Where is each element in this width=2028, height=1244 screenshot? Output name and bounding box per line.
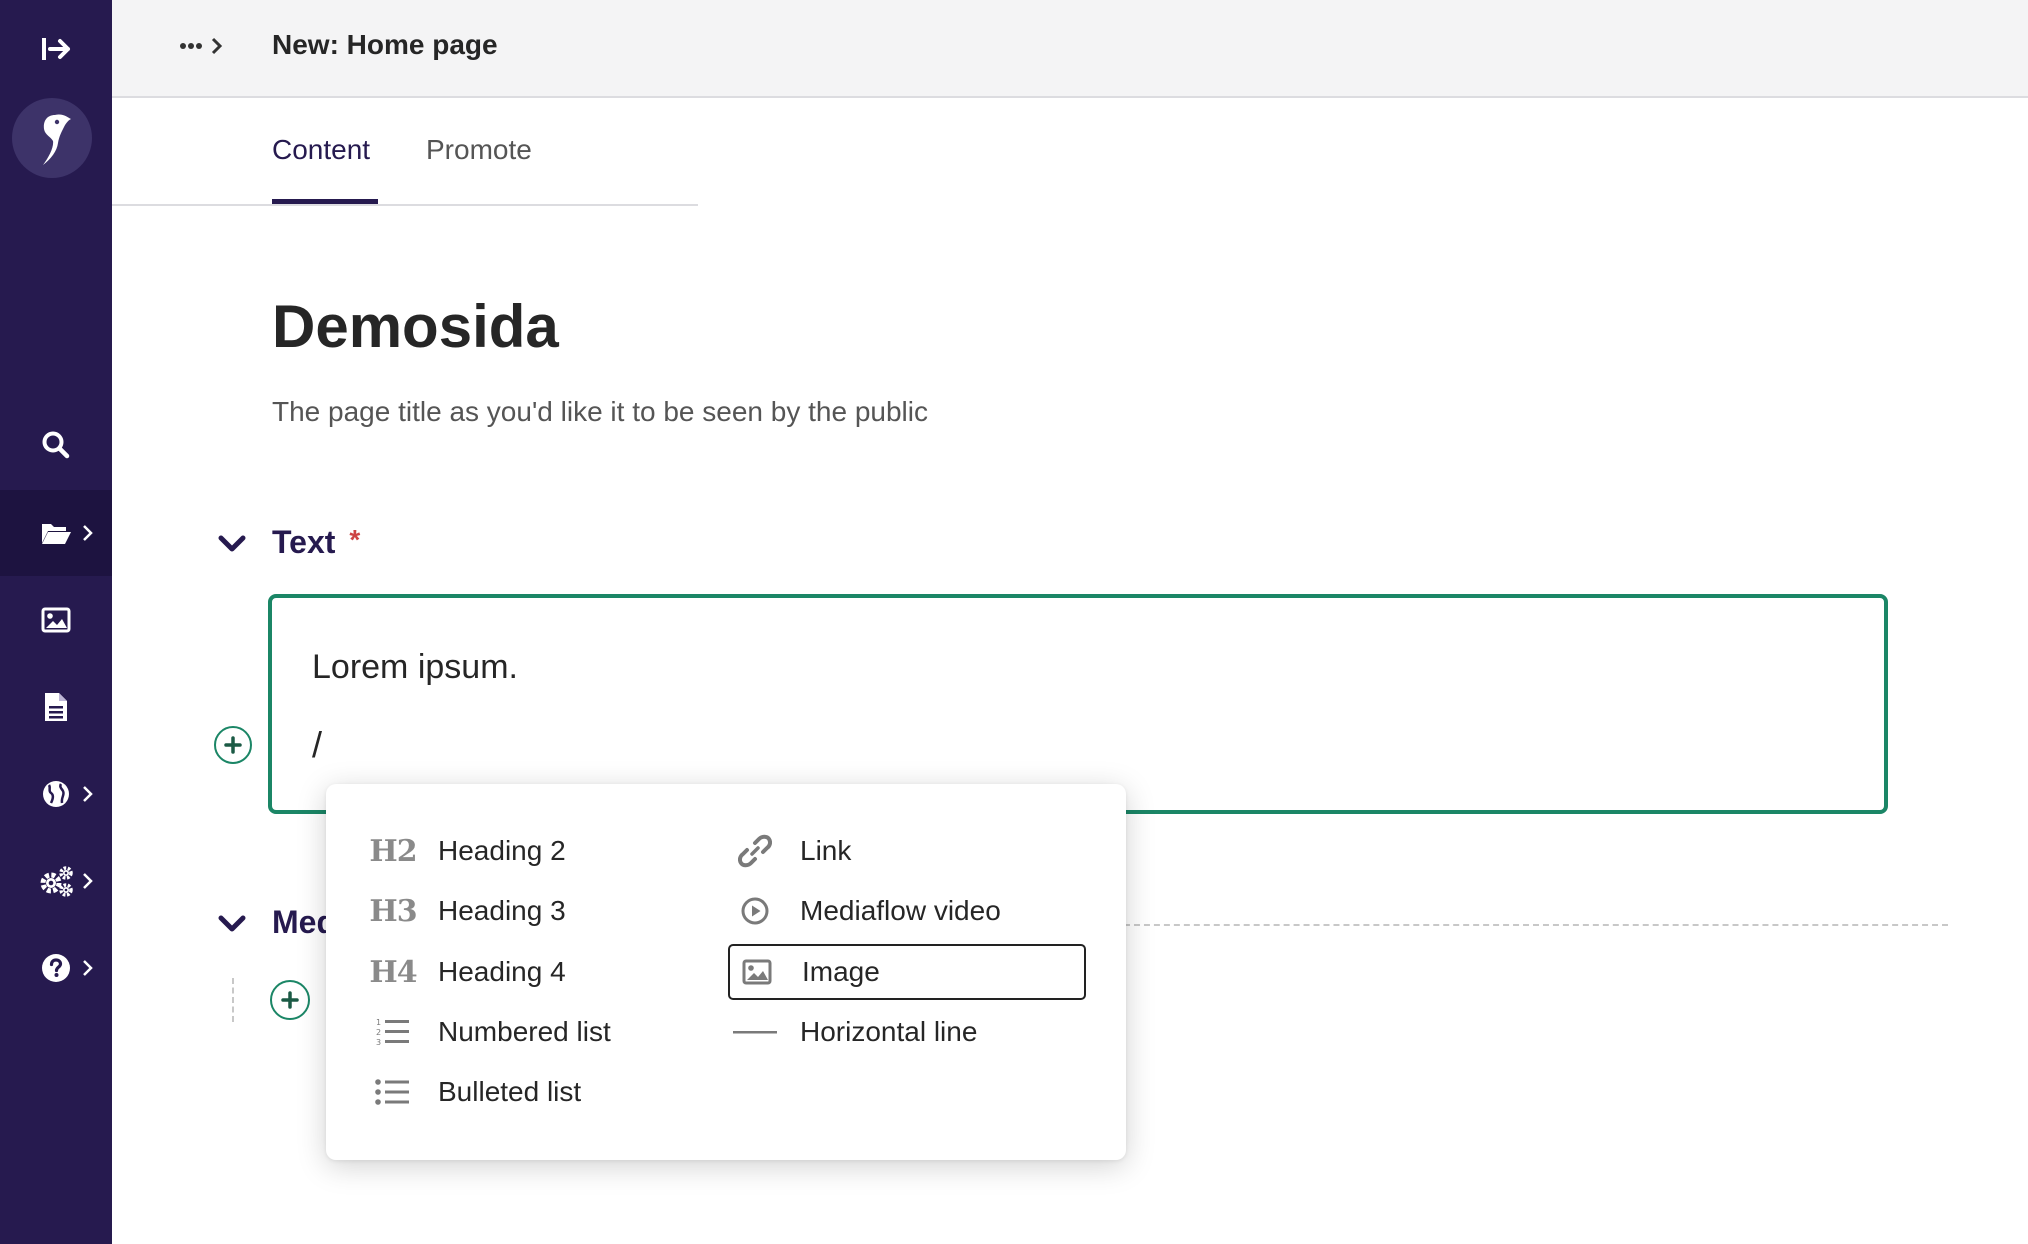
expand-sidebar-icon: [42, 38, 70, 60]
numbered-list-icon: 1 2 3: [366, 1012, 420, 1052]
menu-item-heading-2[interactable]: H2 Heading 2: [366, 824, 696, 878]
heading-3-icon-text: H3: [369, 893, 417, 929]
bulleted-list-icon: [366, 1072, 420, 1112]
heading-3-icon: H3: [366, 891, 420, 931]
heading-2-icon-text: H2: [369, 833, 417, 869]
chevron-right-icon: [83, 525, 93, 541]
heading-2-icon: H2: [366, 831, 420, 871]
chevron-right-icon: [211, 37, 223, 55]
page-title[interactable]: Demosida: [272, 292, 559, 361]
chevron-right-icon: [83, 786, 93, 802]
tab-promote[interactable]: Promote: [426, 134, 532, 166]
sidebar-settings[interactable]: [0, 838, 112, 924]
folder-open-icon: [42, 524, 71, 544]
sidebar-pages[interactable]: [0, 490, 112, 576]
menu-item-label: Link: [800, 835, 852, 866]
menu-item-label: Image: [802, 956, 880, 987]
required-marker: *: [349, 524, 361, 555]
chevron-down-icon: [218, 915, 246, 932]
heading-4-icon-text: H4: [369, 954, 417, 990]
help-icon: [42, 954, 70, 982]
more-horizontal-icon: [180, 43, 202, 49]
menu-item-heading-4[interactable]: H4 Heading 4: [366, 945, 696, 999]
svg-text:1: 1: [376, 1018, 381, 1027]
text-section-toggle[interactable]: [212, 524, 252, 564]
link-icon: [728, 831, 782, 871]
block-guide-line: [232, 978, 234, 1022]
play-circle-icon: [728, 891, 782, 931]
sidebar: [0, 0, 112, 1244]
page-header: New: Home page: [112, 0, 2028, 98]
chevron-down-icon: [218, 535, 246, 552]
bird-logo-icon: [43, 114, 71, 165]
menu-item-label: Horizontal line: [800, 1016, 978, 1047]
menu-item-link[interactable]: Link: [728, 824, 1084, 878]
header-title: New: Home page: [272, 29, 498, 60]
menu-item-label: Numbered list: [438, 1016, 611, 1047]
svg-text:2: 2: [376, 1028, 381, 1037]
section-divider: [1124, 924, 1948, 926]
block-picker-menu: H2 Heading 2 H3 Heading 3 H4 Heading 4 1…: [326, 784, 1126, 1160]
add-media-block-button[interactable]: [270, 980, 310, 1020]
menu-item-numbered-list[interactable]: 1 2 3 Numbered list: [366, 1005, 696, 1059]
menu-item-label: Heading 3: [438, 895, 566, 926]
insert-block-button[interactable]: [214, 726, 252, 764]
expand-sidebar-button[interactable]: [0, 6, 112, 92]
rich-text-editor[interactable]: [268, 594, 1888, 814]
menu-item-image[interactable]: Image: [728, 944, 1086, 1000]
sidebar-documents[interactable]: [0, 664, 112, 750]
sidebar-help[interactable]: [0, 925, 112, 1011]
page-title-help-text: The page title as you'd like it to be se…: [272, 396, 928, 427]
sidebar-sites[interactable]: [0, 751, 112, 837]
menu-item-label: Heading 2: [438, 835, 566, 866]
wagtail-logo[interactable]: [12, 98, 92, 178]
cogs-icon: [40, 866, 73, 897]
text-section-label-text: Text: [272, 524, 336, 560]
menu-item-label: Bulleted list: [438, 1076, 582, 1107]
svg-text:3: 3: [376, 1038, 381, 1047]
menu-item-heading-3[interactable]: H3 Heading 3: [366, 884, 696, 938]
image-icon: [41, 607, 71, 633]
menu-item-bulleted-list[interactable]: Bulleted list: [366, 1065, 696, 1119]
document-icon: [45, 693, 67, 721]
editor-slash-command[interactable]: /: [312, 724, 322, 766]
menu-item-horizontal-line[interactable]: Horizontal line: [728, 1005, 1084, 1059]
plus-icon: [281, 991, 299, 1009]
search-icon: [42, 431, 70, 459]
menu-item-mediaflow-video[interactable]: Mediaflow video: [728, 884, 1084, 938]
menu-item-label: Mediaflow video: [800, 895, 1001, 926]
sidebar-search[interactable]: [0, 402, 112, 488]
text-section-label: Text *: [272, 524, 360, 561]
globe-icon: [43, 781, 69, 807]
plus-icon: [224, 736, 242, 754]
horizontal-line-icon: [728, 1012, 782, 1052]
active-tab-indicator: [272, 199, 378, 204]
chevron-right-icon: [83, 960, 93, 976]
breadcrumb-toggle-button[interactable]: [180, 30, 226, 62]
image-icon: [730, 952, 784, 992]
media-section-toggle[interactable]: [212, 904, 252, 944]
chevron-right-icon: [83, 873, 93, 889]
heading-4-icon: H4: [366, 952, 420, 992]
tab-bar: Content Promote: [112, 98, 698, 206]
menu-item-label: Heading 4: [438, 956, 566, 987]
tab-content[interactable]: Content: [272, 134, 370, 166]
editor-paragraph[interactable]: Lorem ipsum.: [312, 648, 518, 687]
sidebar-images[interactable]: [0, 577, 112, 663]
